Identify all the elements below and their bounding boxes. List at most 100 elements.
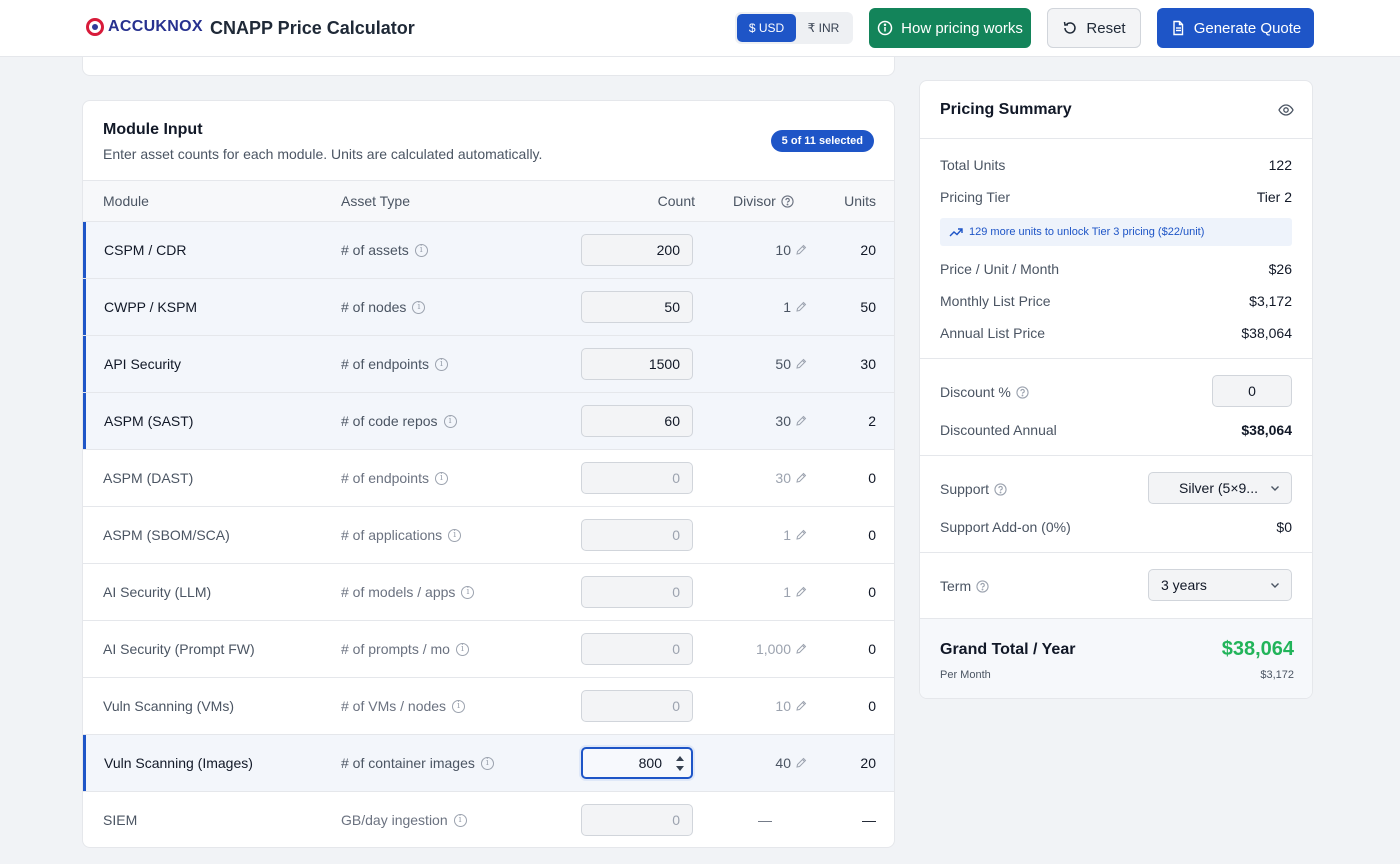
info-icon[interactable]: i <box>414 243 428 257</box>
column-header-asset-type: Asset Type <box>341 193 411 209</box>
annual-list-price-label: Annual List Price <box>940 325 1046 341</box>
count-input[interactable]: 0 <box>581 690 693 722</box>
table-row[interactable]: API Security # of endpoints i 1500 50 30 <box>83 336 894 393</box>
pricing-tier-row: Pricing Tier Tier 2 <box>940 189 1292 205</box>
table-row[interactable]: Vuln Scanning (VMs) # of VMs / nodes i 0 10 0 <box>83 678 894 735</box>
units-value: 0 <box>868 698 876 714</box>
help-icon[interactable] <box>781 194 794 208</box>
brand-logo[interactable]: ACCUKNOX <box>86 18 203 36</box>
count-input[interactable]: 0 <box>581 804 693 836</box>
edit-icon[interactable] <box>795 643 807 655</box>
count-input[interactable]: 0 <box>581 462 693 494</box>
units-value: 0 <box>868 584 876 600</box>
units-value: 0 <box>868 641 876 657</box>
divisor-cell: 1 <box>783 527 807 543</box>
edit-icon[interactable] <box>795 700 807 712</box>
column-header-units: Units <box>844 193 876 209</box>
how-pricing-works-button[interactable]: How pricing works <box>869 8 1031 48</box>
info-icon[interactable]: i <box>453 813 467 827</box>
edit-icon[interactable] <box>795 244 807 256</box>
info-icon[interactable]: i <box>448 528 462 542</box>
info-icon[interactable]: i <box>434 357 448 371</box>
info-icon[interactable]: i <box>443 414 457 428</box>
table-row[interactable]: ASPM (SBOM/SCA) # of applications i 0 1 0 <box>83 507 894 564</box>
edit-icon[interactable] <box>795 472 807 484</box>
table-row[interactable]: AI Security (LLM) # of models / apps i 0 1 0 <box>83 564 894 621</box>
edit-icon[interactable] <box>795 529 807 541</box>
divisor-cell: 40 <box>775 755 807 771</box>
module-input-card: Module Input Enter asset counts for each… <box>82 100 895 848</box>
grand-total-section: Grand Total / Year $38,064 Per Month $3,… <box>920 618 1312 698</box>
divisor-value: 1,000 <box>755 641 791 657</box>
table-row[interactable]: ASPM (SAST) # of code repos i 60 30 2 <box>83 393 894 450</box>
column-header-divisor: Divisor <box>733 193 794 209</box>
info-icon[interactable]: i <box>412 300 426 314</box>
help-icon[interactable] <box>976 579 989 593</box>
pricing-summary-title: Pricing Summary <box>940 101 1072 118</box>
edit-icon[interactable] <box>795 586 807 598</box>
term-select[interactable]: 3 years <box>1148 569 1292 601</box>
edit-icon[interactable] <box>795 301 807 313</box>
divisor-cell: 10 <box>775 698 807 714</box>
eye-icon[interactable] <box>1278 102 1294 118</box>
module-name: Vuln Scanning (VMs) <box>103 698 234 714</box>
table-row[interactable]: SIEM GB/day ingestion i 0 — — <box>83 792 894 847</box>
asset-type: # of assets i <box>341 242 428 258</box>
asset-type: # of applications i <box>341 527 462 543</box>
count-input[interactable]: 60 <box>581 405 693 437</box>
units-value: 20 <box>860 755 876 771</box>
per-month-value: $3,172 <box>1260 669 1294 681</box>
info-icon[interactable]: i <box>434 471 448 485</box>
info-icon[interactable]: i <box>455 642 469 656</box>
edit-icon[interactable] <box>795 358 807 370</box>
table-row[interactable]: ASPM (DAST) # of endpoints i 0 30 0 <box>83 450 894 507</box>
asset-type: GB/day ingestion i <box>341 812 467 828</box>
logo-text: ACCUKNOX <box>108 18 203 35</box>
table-row[interactable]: Vuln Scanning (Images) # of container ima… <box>83 735 894 792</box>
currency-toggle: $ USD ₹ INR <box>735 12 853 44</box>
reset-button[interactable]: Reset <box>1047 8 1141 48</box>
module-input-subtitle: Enter asset counts for each module. Unit… <box>103 146 543 162</box>
count-input[interactable]: 1500 <box>581 348 693 380</box>
count-input[interactable]: 0 <box>581 576 693 608</box>
module-name: Vuln Scanning (Images) <box>104 755 253 771</box>
count-input[interactable]: 0 <box>581 633 693 665</box>
module-name: ASPM (SBOM/SCA) <box>103 527 230 543</box>
table-row[interactable]: CWPP / KSPM # of nodes i 50 1 50 <box>83 279 894 336</box>
support-addon-value: $0 <box>1276 519 1292 535</box>
count-input[interactable]: 800 <box>581 747 693 779</box>
table-row[interactable]: CSPM / CDR # of assets i 200 10 20 <box>83 222 894 279</box>
spinner-arrows-icon[interactable] <box>675 753 685 775</box>
count-value: 800 <box>638 755 662 771</box>
trending-up-icon <box>949 228 963 237</box>
reset-icon <box>1064 21 1077 34</box>
count-value: 0 <box>672 812 680 828</box>
count-input[interactable]: 0 <box>581 519 693 551</box>
currency-inr-button[interactable]: ₹ INR <box>796 14 851 42</box>
edit-icon[interactable] <box>795 415 807 427</box>
price-per-unit-row: Price / Unit / Month $26 <box>940 261 1292 277</box>
support-select[interactable]: Silver (5×9... <box>1148 472 1292 504</box>
info-icon[interactable]: i <box>461 585 475 599</box>
app-title: CNAPP Price Calculator <box>210 18 415 38</box>
edit-icon[interactable] <box>795 757 807 769</box>
help-icon[interactable] <box>1016 385 1029 399</box>
count-value: 0 <box>672 641 680 657</box>
count-value: 60 <box>664 413 680 429</box>
table-row[interactable]: AI Security (Prompt FW) # of prompts / mo… <box>83 621 894 678</box>
currency-usd-button[interactable]: $ USD <box>737 14 796 42</box>
divisor-value: 10 <box>775 698 791 714</box>
discount-input[interactable]: 0 <box>1212 375 1292 407</box>
generate-quote-button[interactable]: Generate Quote <box>1157 8 1314 48</box>
info-icon[interactable]: i <box>480 756 494 770</box>
help-icon[interactable] <box>994 482 1007 496</box>
count-input[interactable]: 50 <box>581 291 693 323</box>
pricing-summary-card: Pricing Summary Total Units 122 Pricing … <box>919 80 1313 699</box>
info-icon <box>877 20 893 36</box>
pricing-summary-header: Pricing Summary <box>920 81 1312 139</box>
info-icon[interactable]: i <box>452 699 466 713</box>
count-input[interactable]: 200 <box>581 234 693 266</box>
divisor-value: 40 <box>775 755 791 771</box>
price-per-unit-value: $26 <box>1268 261 1292 277</box>
units-value: — <box>862 812 876 828</box>
